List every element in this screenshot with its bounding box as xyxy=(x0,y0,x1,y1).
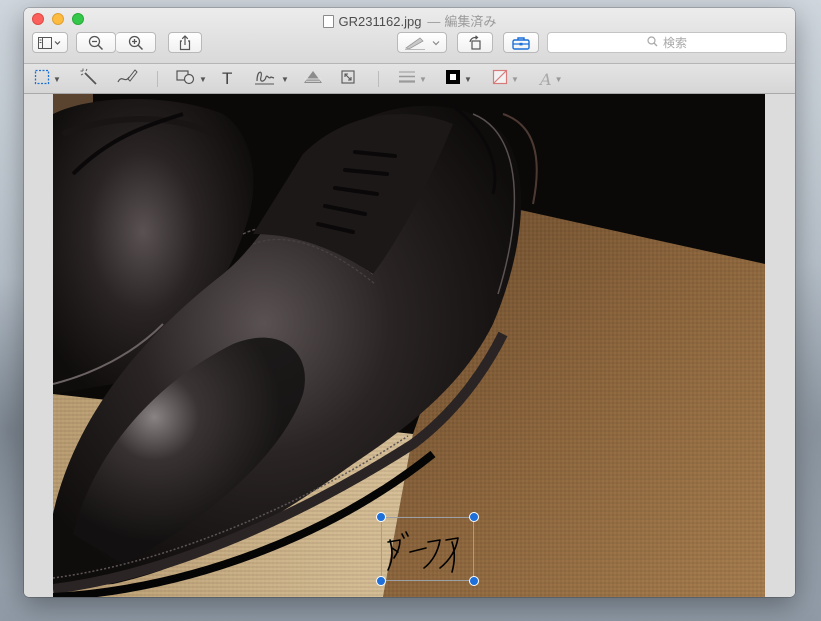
line-style-icon xyxy=(398,70,416,89)
shapes-tool[interactable]: ▼ xyxy=(176,69,207,89)
resize-handle-bottom-left[interactable] xyxy=(376,576,386,586)
signature-tool[interactable]: ▼ xyxy=(254,69,289,89)
resize-handle-bottom-right[interactable] xyxy=(469,576,479,586)
pen-icon xyxy=(404,36,426,50)
sidebar-icon xyxy=(38,36,62,49)
search-icon xyxy=(647,35,658,50)
edited-status[interactable]: 編集済み xyxy=(444,14,496,29)
dashed-rect-icon xyxy=(34,69,50,90)
magic-wand-icon xyxy=(80,68,98,91)
adjust-color-tool[interactable] xyxy=(302,69,324,89)
zoom-out-button[interactable] xyxy=(76,32,116,53)
fill-color-icon xyxy=(492,69,508,90)
zoom-out-icon xyxy=(88,35,104,51)
markup-toolbox-button[interactable] xyxy=(503,32,539,53)
signature-icon xyxy=(254,68,278,91)
share-icon xyxy=(178,34,192,51)
fill-color-tool[interactable]: ▼ xyxy=(492,69,519,89)
chevron-down-icon: ▼ xyxy=(554,74,563,84)
chevron-down-icon: ▼ xyxy=(199,74,207,84)
preview-window: GR231162.jpg — 編集済み 検索 ▼ ▼ T ▼ ▼ ▼ ▼ A ▼ xyxy=(24,8,795,597)
chevron-down-icon: ▼ xyxy=(53,74,61,84)
zoom-in-button[interactable] xyxy=(116,32,156,53)
rectangular-selection-tool[interactable]: ▼ xyxy=(34,69,61,89)
sketch-icon xyxy=(116,68,138,91)
shape-style-tool[interactable]: ▼ xyxy=(398,69,427,89)
border-color-tool[interactable]: ▼ xyxy=(445,69,472,89)
search-field[interactable]: 検索 xyxy=(547,32,787,53)
signature-sketch-icon xyxy=(387,531,459,573)
toolbar-divider xyxy=(378,71,379,87)
toolbar-divider xyxy=(157,71,158,87)
resize-icon xyxy=(340,69,356,90)
adjust-color-icon xyxy=(302,69,324,90)
chevron-down-icon: ▼ xyxy=(281,74,289,84)
text-style-icon: A xyxy=(540,69,552,89)
resize-handle-top-right[interactable] xyxy=(469,512,479,522)
chevron-down-icon: ▼ xyxy=(464,74,472,84)
text-style-tool[interactable]: A ▼ xyxy=(540,69,562,89)
titlebar[interactable]: GR231162.jpg — 編集済み 検索 xyxy=(24,8,795,64)
signature-annotation[interactable] xyxy=(381,517,474,581)
adjust-size-tool[interactable] xyxy=(340,69,356,89)
zoom-in-icon xyxy=(128,35,144,51)
rotate-button[interactable] xyxy=(457,32,493,53)
markup-toolbar: ▼ ▼ T ▼ ▼ ▼ ▼ A ▼ xyxy=(24,64,795,94)
document-icon[interactable] xyxy=(322,15,334,28)
toolbox-icon xyxy=(512,36,530,50)
text-tool[interactable]: T xyxy=(222,69,232,89)
sidebar-view-button[interactable] xyxy=(32,32,68,53)
rotate-left-icon xyxy=(467,34,483,51)
window-title: GR231162.jpg — 編集済み xyxy=(24,11,795,30)
file-name[interactable]: GR231162.jpg xyxy=(339,14,422,29)
document-canvas[interactable] xyxy=(24,94,795,597)
share-button[interactable] xyxy=(168,32,202,53)
title-separator: — xyxy=(427,14,441,29)
border-color-icon xyxy=(445,69,461,90)
sketch-tool[interactable] xyxy=(116,68,138,91)
resize-handle-top-left[interactable] xyxy=(376,512,386,522)
text-icon: T xyxy=(222,69,233,88)
chevron-down-icon: ▼ xyxy=(419,74,427,84)
shapes-icon xyxy=(176,69,196,90)
instant-alpha-tool[interactable] xyxy=(80,68,98,91)
chevron-down-icon: ▼ xyxy=(511,74,519,84)
pen-highlight-button[interactable] xyxy=(397,32,447,53)
chevron-down-icon xyxy=(432,40,440,46)
search-placeholder: 検索 xyxy=(662,36,687,50)
